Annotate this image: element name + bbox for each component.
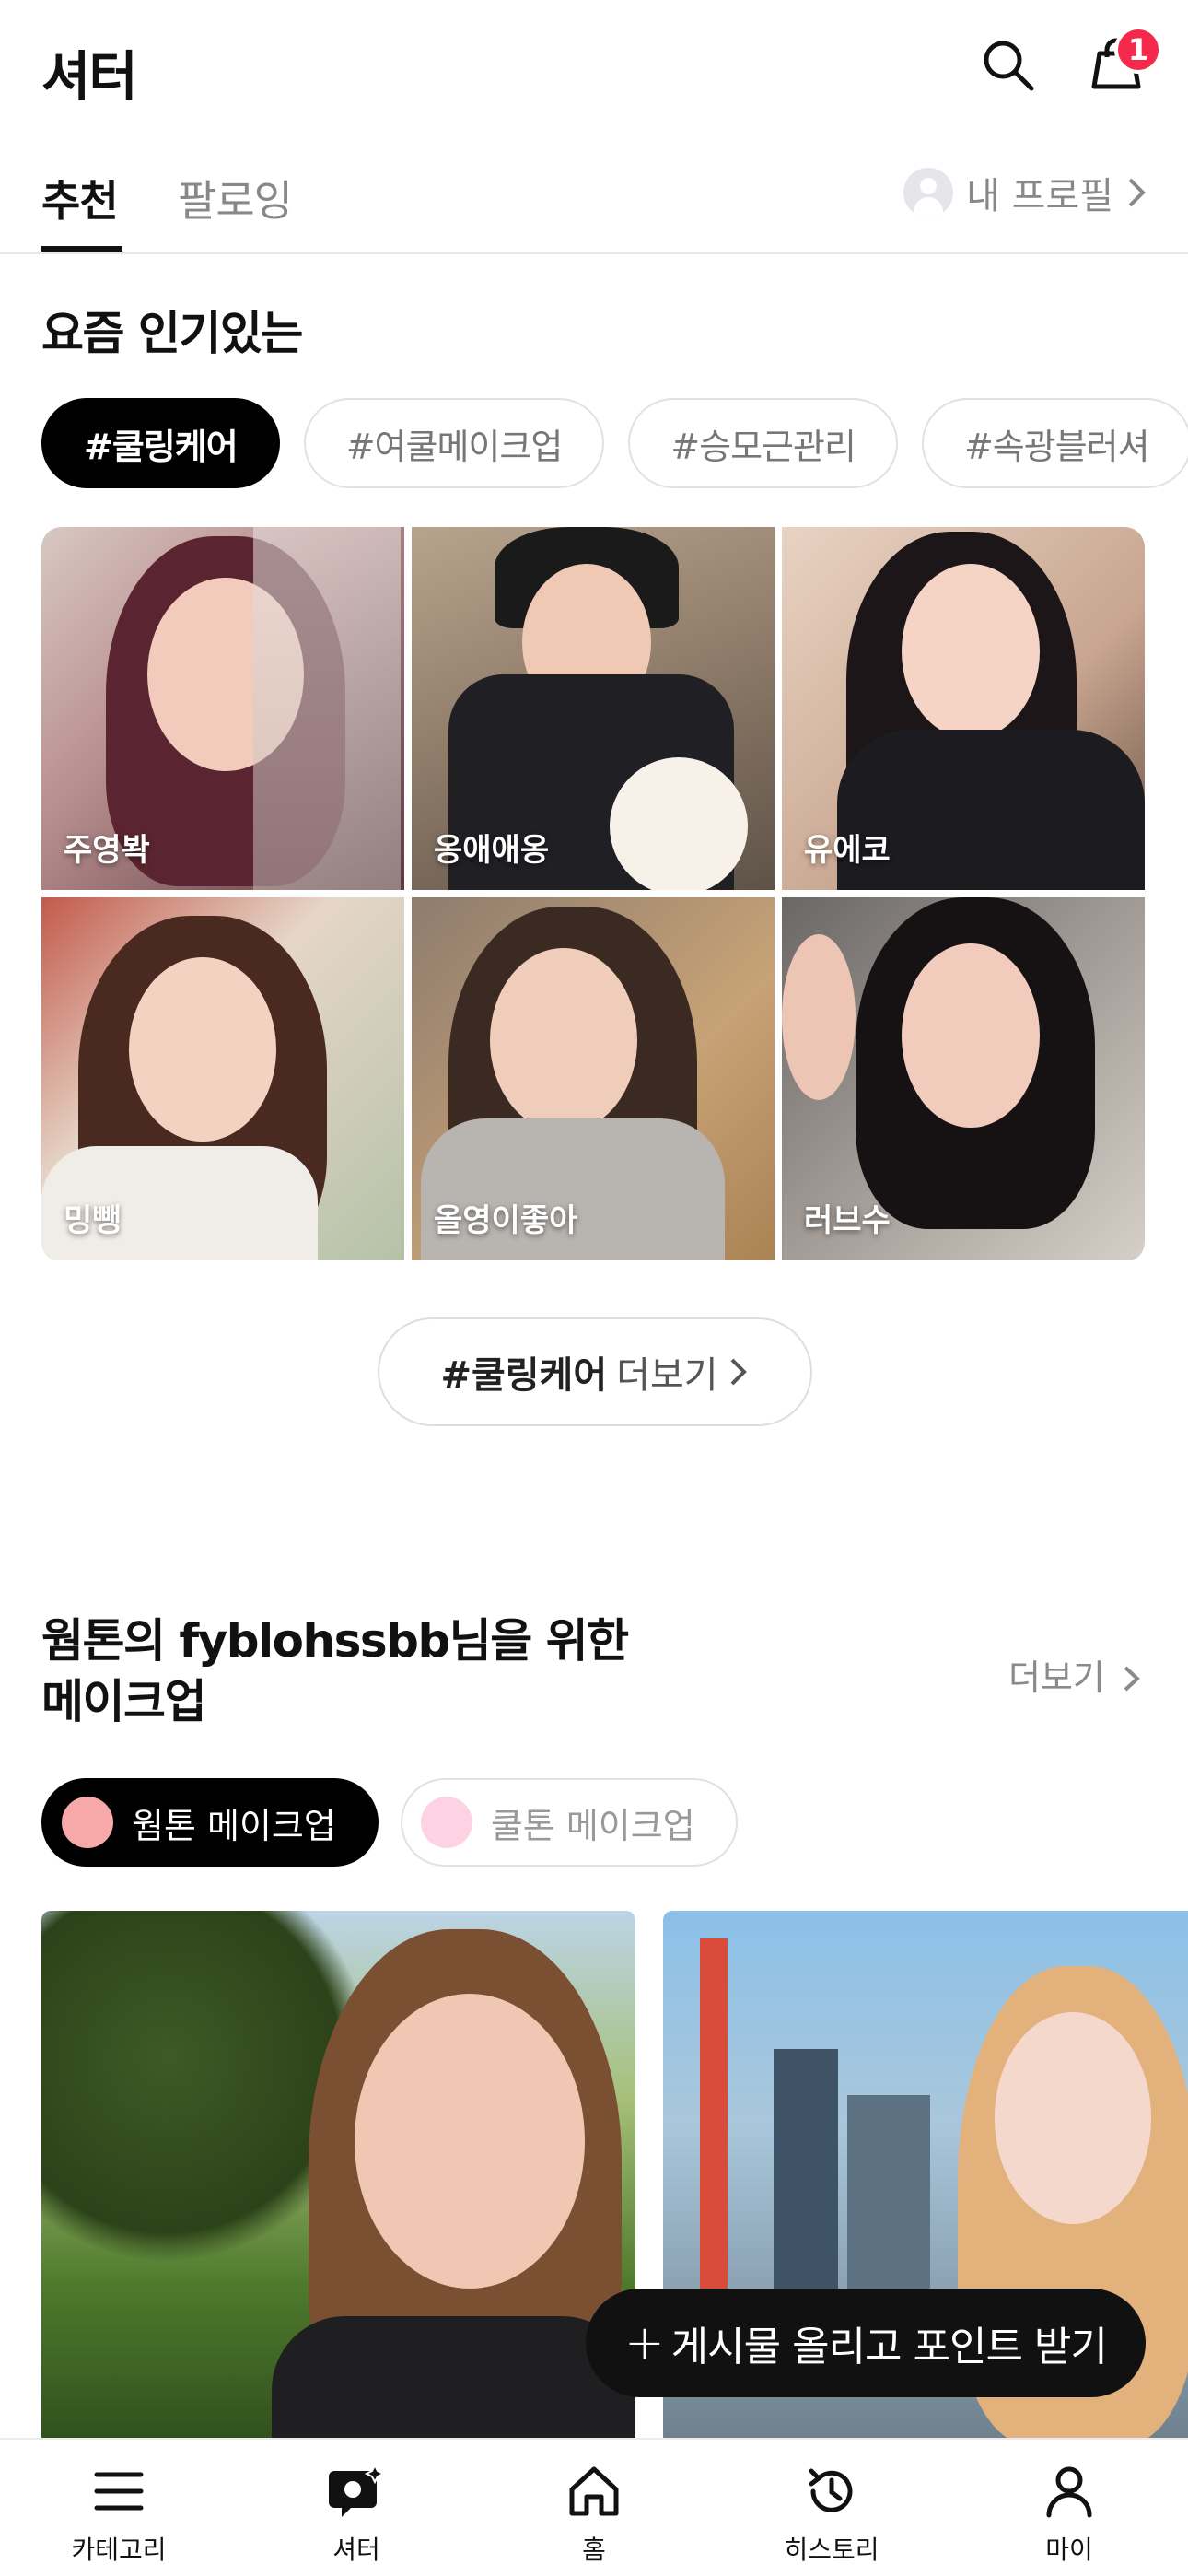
chip-warm-tone[interactable]: 웜톤 메이크업 — [41, 1778, 379, 1867]
cart-badge: 1 — [1114, 26, 1162, 74]
popular-section-title: 요즘 인기있는 — [41, 307, 303, 360]
makeup-card[interactable] — [41, 1911, 635, 2445]
plus-icon: + — [624, 2315, 665, 2371]
search-icon[interactable] — [978, 35, 1037, 94]
bottom-nav: 카테고리 셔터 홈 히스토리 마이 — [0, 2438, 1188, 2576]
my-profile-link[interactable]: 내 프로필 — [903, 166, 1147, 219]
cool-tone-dot — [420, 1797, 472, 1848]
chip-summer-cool-makeup[interactable]: #여쿨메이크업 — [303, 398, 605, 488]
title-line-2: 메이크업 — [41, 1675, 207, 1728]
photo-card[interactable]: 유에코 — [782, 527, 1145, 890]
tab-following[interactable]: 팔로잉 — [178, 168, 293, 228]
tone-chips: 웜톤 메이크업 쿨톤 메이크업 — [41, 1778, 738, 1867]
chip-trapezius-care[interactable]: #승모근관리 — [628, 398, 898, 488]
photo-card[interactable]: 밍뺑 — [41, 897, 404, 1260]
nav-label: 홈 — [582, 2535, 606, 2565]
fab-label: 게시물 올리고 포인트 받기 — [670, 2324, 1108, 2371]
nav-label: 마이 — [1045, 2535, 1093, 2565]
photo-card[interactable]: 러브수 — [782, 897, 1145, 1260]
history-icon — [809, 2468, 853, 2512]
hashtag-more-button[interactable]: #쿨링케어 더보기 — [378, 1317, 812, 1426]
menu-icon — [94, 2472, 144, 2511]
popular-photo-grid: 주영봑 옹애애옹 유에코 밍뺑 올영이좋아 러브수 — [41, 527, 1145, 1262]
hashtag-chips: #쿨링케어 #여쿨메이크업 #승모근관리 #속광블러셔 — [41, 398, 1188, 490]
app-title: 셔터 — [41, 45, 138, 108]
my-profile-label: 내 프로필 — [966, 175, 1113, 217]
nav-label: 카테고리 — [71, 2535, 167, 2565]
user-name: 올영이좋아 — [434, 1202, 578, 1239]
more-label: 더보기 — [616, 1354, 718, 1397]
user-name: 주영봑 — [64, 832, 150, 869]
user-name: 러브수 — [804, 1202, 891, 1239]
user-name: 밍뺑 — [64, 1202, 122, 1239]
chip-label: 웜톤 메이크업 — [132, 1805, 336, 1846]
personal-makeup-title: 웜톤의 fyblohssbb님을 위한 메이크업 — [41, 1610, 705, 1732]
top-tabs: 추천 팔로잉 내 프로필 — [0, 147, 1188, 254]
nav-shutter[interactable]: 셔터 — [238, 2440, 475, 2576]
nav-category[interactable]: 카테고리 — [0, 2440, 238, 2576]
nav-home[interactable]: 홈 — [475, 2440, 713, 2576]
person-icon — [1046, 2466, 1092, 2518]
nav-history[interactable]: 히스토리 — [713, 2440, 950, 2576]
photo-card[interactable]: 옹애애옹 — [412, 527, 775, 890]
warm-tone-dot — [62, 1797, 113, 1848]
chevron-right-icon — [730, 1358, 747, 1386]
chip-label: 쿨톤 메이크업 — [490, 1805, 695, 1846]
section-more-link[interactable]: 더보기 — [1008, 1649, 1142, 1700]
chip-glow-blusher[interactable]: #속광블러셔 — [921, 398, 1188, 488]
title-line-1: 웜톤의 fyblohssbb님을 위한 — [41, 1614, 629, 1668]
user-name: 유에코 — [804, 832, 891, 869]
active-tab-indicator — [41, 246, 122, 252]
photo-card[interactable]: 올영이좋아 — [412, 897, 775, 1260]
user-name: 옹애애옹 — [434, 832, 550, 869]
home-icon — [569, 2466, 619, 2516]
shutter-icon — [329, 2463, 386, 2517]
chevron-right-icon — [1124, 1666, 1140, 1692]
nav-my[interactable]: 마이 — [950, 2440, 1188, 2576]
post-for-points-button[interactable]: + 게시물 올리고 포인트 받기 — [586, 2289, 1146, 2397]
nav-label: 히스토리 — [784, 2535, 879, 2565]
chip-cooling-care[interactable]: #쿨링케어 — [41, 398, 280, 488]
more-hashtag: #쿨링케어 — [440, 1354, 608, 1397]
header: 셔터 1 — [0, 0, 1188, 138]
avatar — [903, 168, 954, 217]
tab-recommend[interactable]: 추천 — [41, 168, 119, 228]
chip-cool-tone[interactable]: 쿨톤 메이크업 — [400, 1778, 738, 1867]
chevron-right-icon — [1128, 178, 1146, 207]
photo-card[interactable]: 주영봑 — [41, 527, 404, 890]
nav-label: 셔터 — [332, 2535, 380, 2565]
section-more-label: 더보기 — [1008, 1657, 1105, 1698]
